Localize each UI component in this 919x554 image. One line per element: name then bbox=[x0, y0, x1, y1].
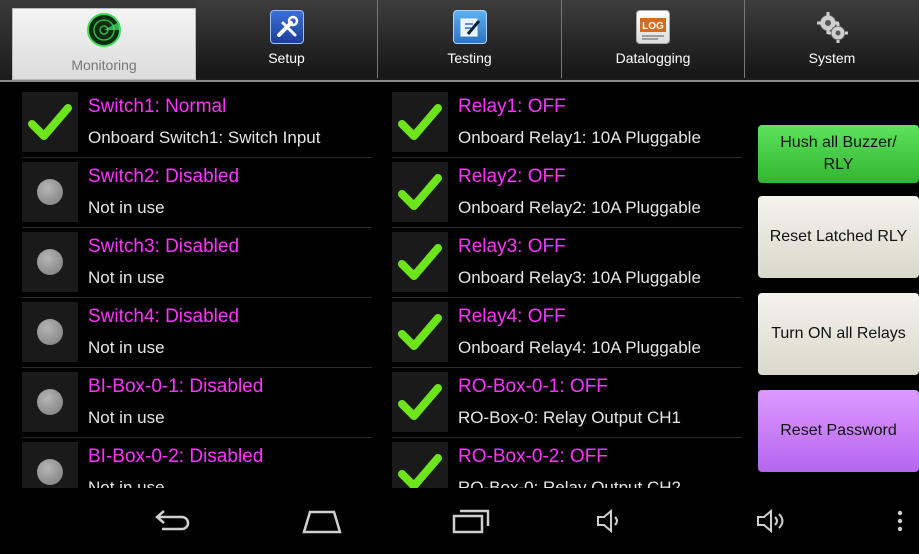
turn-on-relays-button[interactable]: Turn ON all Relays bbox=[758, 293, 919, 375]
volume-down-icon[interactable] bbox=[590, 506, 630, 536]
reset-password-button[interactable]: Reset Password bbox=[758, 390, 919, 472]
testing-icon bbox=[452, 10, 487, 44]
item-subtitle: RO-Box-0: Relay Output CH2 bbox=[458, 478, 681, 488]
gears-icon bbox=[815, 10, 849, 44]
list-item-ro-box-0-2[interactable]: RO-Box-0-2: OFF RO-Box-0: Relay Output C… bbox=[392, 438, 742, 488]
status-dot-icon bbox=[22, 372, 78, 432]
checkmark-icon bbox=[22, 92, 78, 152]
item-title: Switch3: Disabled bbox=[88, 236, 240, 257]
status-dot-icon bbox=[22, 302, 78, 362]
monitoring-panel: Switch1: Normal Onboard Switch1: Switch … bbox=[0, 84, 919, 488]
tab-label: Testing bbox=[447, 50, 492, 66]
item-subtitle: Onboard Relay1: 10A Pluggable bbox=[458, 128, 701, 147]
item-title: RO-Box-0-2: OFF bbox=[458, 446, 608, 467]
list-item-relay1[interactable]: Relay1: OFF Onboard Relay1: 10A Pluggabl… bbox=[392, 88, 742, 158]
list-item-switch4[interactable]: Switch4: Disabled Not in use bbox=[22, 298, 372, 368]
tab-label: Setup bbox=[268, 50, 305, 66]
list-item-bi-box-0-1[interactable]: BI-Box-0-1: Disabled Not in use bbox=[22, 368, 372, 438]
list-item-relay3[interactable]: Relay3: OFF Onboard Relay3: 10A Pluggabl… bbox=[392, 228, 742, 298]
item-subtitle: Not in use bbox=[88, 268, 165, 287]
item-subtitle: Not in use bbox=[88, 478, 165, 488]
list-item-switch3[interactable]: Switch3: Disabled Not in use bbox=[22, 228, 372, 298]
checkmark-icon bbox=[392, 442, 448, 488]
item-title: Relay3: OFF bbox=[458, 236, 566, 257]
tab-testing[interactable]: Testing bbox=[378, 0, 562, 78]
back-icon[interactable] bbox=[152, 506, 192, 536]
checkmark-icon bbox=[392, 302, 448, 362]
status-dot-icon bbox=[22, 442, 78, 488]
overflow-menu-icon[interactable] bbox=[890, 506, 910, 536]
item-subtitle: Not in use bbox=[88, 338, 165, 357]
tab-system[interactable]: System bbox=[745, 0, 919, 78]
list-item-switch2[interactable]: Switch2: Disabled Not in use bbox=[22, 158, 372, 228]
tab-label: Monitoring bbox=[71, 57, 137, 73]
item-title: Relay1: OFF bbox=[458, 96, 566, 117]
radar-icon bbox=[87, 13, 121, 47]
hush-all-button[interactable]: Hush all Buzzer/ RLY bbox=[758, 125, 919, 183]
tab-bar: Monitoring Setup Testing LOG Datalogging… bbox=[0, 0, 919, 82]
item-subtitle: Onboard Switch1: Switch Input bbox=[88, 128, 321, 147]
svg-text:LOG: LOG bbox=[642, 21, 664, 32]
item-title: BI-Box-0-1: Disabled bbox=[88, 376, 264, 397]
item-title: Switch2: Disabled bbox=[88, 166, 240, 187]
system-nav-bar bbox=[0, 488, 919, 554]
item-subtitle: Not in use bbox=[88, 198, 165, 217]
item-subtitle: Onboard Relay4: 10A Pluggable bbox=[458, 338, 701, 357]
output-status-list[interactable]: Relay1: OFF Onboard Relay1: 10A Pluggabl… bbox=[392, 88, 742, 488]
recent-apps-icon[interactable] bbox=[450, 506, 490, 536]
item-title: BI-Box-0-2: Disabled bbox=[88, 446, 264, 467]
status-dot-icon bbox=[22, 162, 78, 222]
tools-icon bbox=[269, 10, 304, 44]
log-icon: LOG bbox=[636, 10, 670, 44]
item-subtitle: Onboard Relay2: 10A Pluggable bbox=[458, 198, 701, 217]
tab-label: System bbox=[808, 50, 856, 66]
reset-latched-button[interactable]: Reset Latched RLY bbox=[758, 196, 919, 278]
item-title: Switch4: Disabled bbox=[88, 306, 240, 327]
item-title: Relay2: OFF bbox=[458, 166, 566, 187]
input-status-list[interactable]: Switch1: Normal Onboard Switch1: Switch … bbox=[22, 88, 372, 488]
item-subtitle: Not in use bbox=[88, 408, 165, 427]
volume-up-icon[interactable] bbox=[752, 506, 792, 536]
item-subtitle: RO-Box-0: Relay Output CH1 bbox=[458, 408, 681, 427]
checkmark-icon bbox=[392, 162, 448, 222]
item-title: Relay4: OFF bbox=[458, 306, 566, 327]
checkmark-icon bbox=[392, 232, 448, 292]
item-subtitle: Onboard Relay3: 10A Pluggable bbox=[458, 268, 701, 287]
tab-monitoring[interactable]: Monitoring bbox=[12, 8, 196, 80]
status-dot-icon bbox=[22, 232, 78, 292]
list-item-relay2[interactable]: Relay2: OFF Onboard Relay2: 10A Pluggabl… bbox=[392, 158, 742, 228]
tab-datalogging[interactable]: LOG Datalogging bbox=[562, 0, 745, 78]
item-title: RO-Box-0-1: OFF bbox=[458, 376, 608, 397]
tab-label: Datalogging bbox=[615, 50, 691, 66]
checkmark-icon bbox=[392, 372, 448, 432]
home-icon[interactable] bbox=[302, 506, 342, 536]
list-item-bi-box-0-2[interactable]: BI-Box-0-2: Disabled Not in use bbox=[22, 438, 372, 488]
checkmark-icon bbox=[392, 92, 448, 152]
list-item-switch1[interactable]: Switch1: Normal Onboard Switch1: Switch … bbox=[22, 88, 372, 158]
list-item-relay4[interactable]: Relay4: OFF Onboard Relay4: 10A Pluggabl… bbox=[392, 298, 742, 368]
list-item-ro-box-0-1[interactable]: RO-Box-0-1: OFF RO-Box-0: Relay Output C… bbox=[392, 368, 742, 438]
item-title: Switch1: Normal bbox=[88, 96, 227, 117]
tab-setup[interactable]: Setup bbox=[196, 0, 378, 78]
